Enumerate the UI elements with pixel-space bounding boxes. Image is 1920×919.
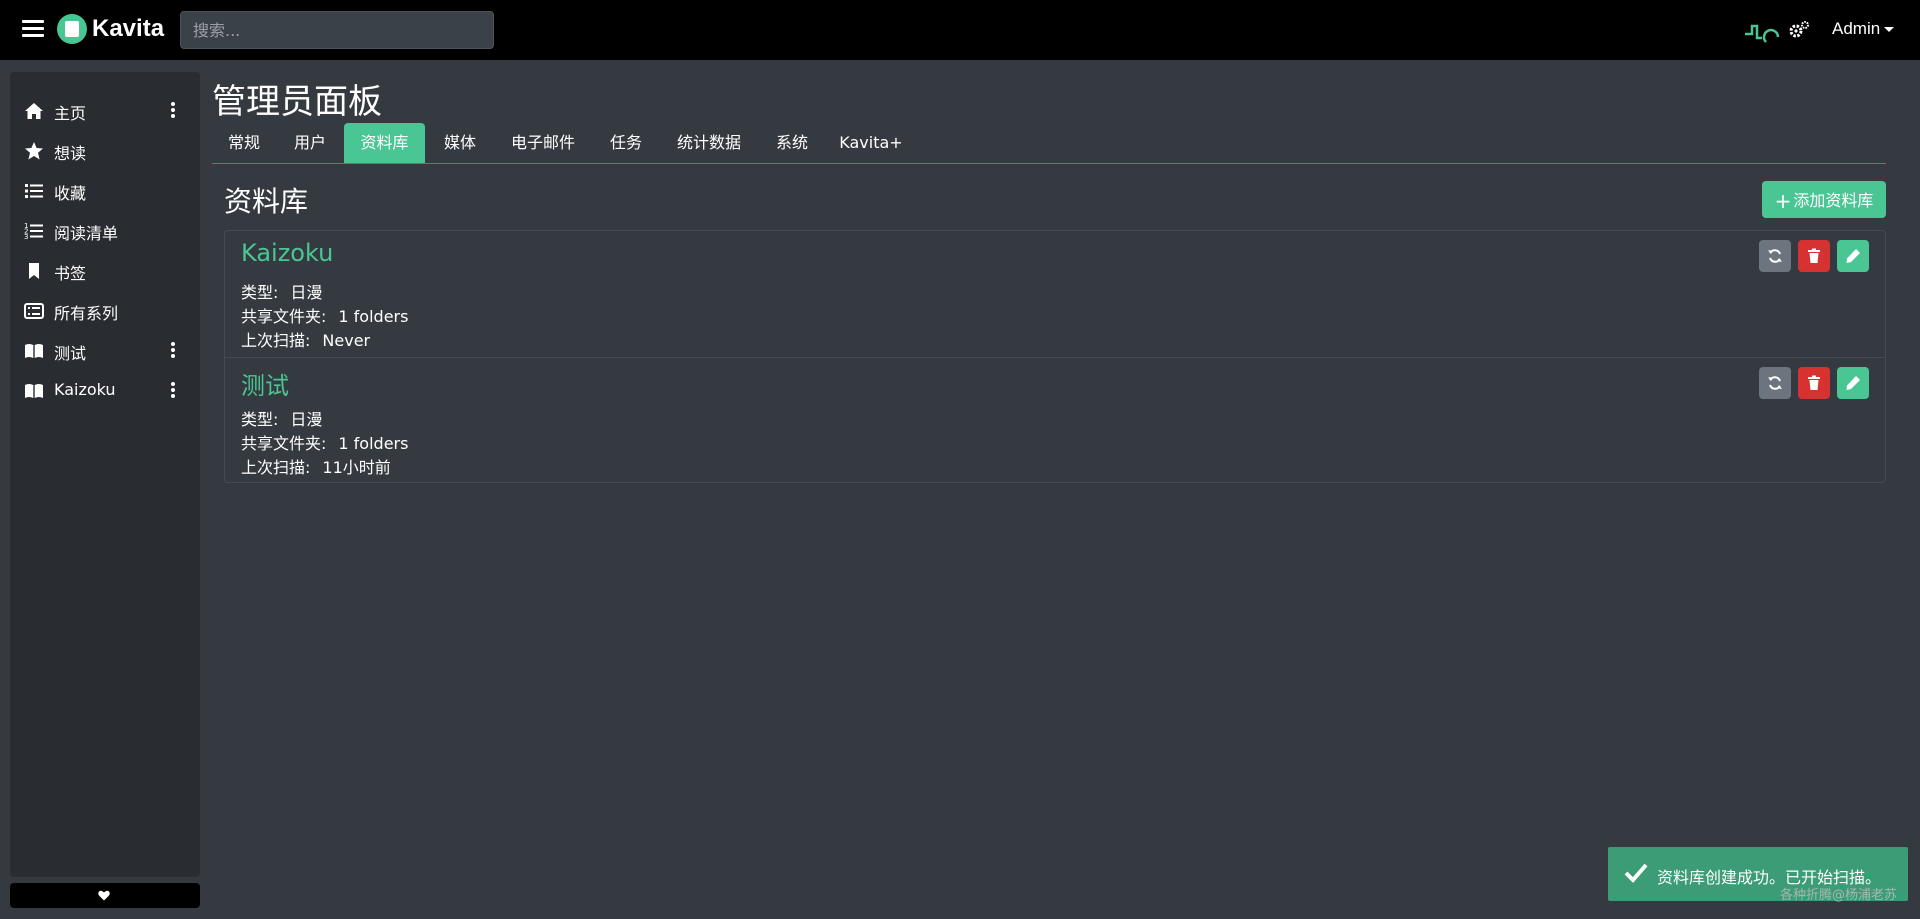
library-last-scan-value: 11小时前 — [322, 458, 391, 477]
refresh-icon — [1768, 249, 1782, 263]
tab-email[interactable]: 电子邮件 — [494, 123, 592, 163]
star-icon — [25, 142, 43, 160]
sidebar-item-label: 阅读清单 — [54, 224, 119, 243]
library-name-link[interactable]: Kaizoku — [241, 239, 333, 267]
svg-text:3: 3 — [24, 233, 28, 241]
watermark-text: 各种折腾@杨浦老苏 — [1780, 888, 1898, 903]
heart-icon — [98, 890, 110, 901]
tab-libraries[interactable]: 资料库 — [344, 123, 425, 163]
sidebar: 主页 想读 收藏 1 2 3 阅读清单 书签 所有系列 测试 Kaizoku — [10, 72, 200, 877]
tab-general[interactable]: 常规 — [212, 123, 276, 163]
tab-media[interactable]: 媒体 — [428, 123, 492, 163]
tab-tasks[interactable]: 任务 — [594, 123, 658, 163]
trash-icon — [1808, 248, 1820, 263]
sidebar-item-label: 所有系列 — [54, 304, 119, 323]
search-input[interactable] — [180, 11, 494, 49]
library-folders-value: 1 folders — [338, 434, 409, 453]
sidebar-item-label: 想读 — [54, 144, 87, 163]
library-last-scan-row: 上次扫描: Never — [241, 327, 370, 351]
scan-library-button[interactable] — [1759, 240, 1791, 272]
library-item: Kaizoku 类型: 日漫 共享文件夹: 1 folders 上次扫描: Never — [225, 231, 1885, 357]
library-last-scan-row: 上次扫描: 11小时前 — [241, 454, 391, 478]
page-title: 管理员面板 — [212, 82, 382, 122]
top-navbar: Kavita Admin — [0, 0, 1920, 60]
sidebar-item-label: 收藏 — [54, 184, 87, 203]
delete-library-button[interactable] — [1798, 240, 1830, 272]
library-folders-value: 1 folders — [338, 307, 409, 326]
field-label: 上次扫描: — [241, 331, 311, 350]
book-open-icon — [25, 344, 43, 358]
bookmark-icon — [29, 263, 39, 279]
library-type-row: 类型: 日漫 — [241, 406, 322, 430]
sidebar-item-want-to-read[interactable]: 想读 — [10, 132, 200, 168]
edit-library-button[interactable] — [1837, 240, 1869, 272]
check-icon — [1624, 863, 1648, 883]
activity-icon[interactable] — [1744, 20, 1782, 44]
field-label: 上次扫描: — [241, 458, 311, 477]
sidebar-item-bookmarks[interactable]: 书签 — [10, 252, 200, 288]
field-label: 类型: — [241, 283, 279, 302]
sidebar-item-all-series[interactable]: 所有系列 — [10, 292, 200, 328]
kavita-logo-icon[interactable] — [57, 14, 87, 44]
sidebar-item-label: 书签 — [54, 264, 87, 283]
library-list: Kaizoku 类型: 日漫 共享文件夹: 1 folders 上次扫描: Never… — [224, 230, 1886, 483]
brand-name[interactable]: Kavita — [92, 15, 164, 43]
library-type-value: 日漫 — [290, 410, 323, 429]
book-open-icon — [25, 384, 43, 398]
admin-tabs: 常规 用户 资料库 媒体 电子邮件 任务 统计数据 系统 Kavita+ — [212, 123, 1886, 164]
kebab-menu-icon[interactable] — [170, 382, 176, 400]
library-folders-row: 共享文件夹: 1 folders — [241, 430, 408, 454]
section-title: 资料库 — [224, 185, 309, 218]
caret-down-icon — [1884, 27, 1895, 33]
edit-library-button[interactable] — [1837, 367, 1869, 399]
trash-icon — [1808, 375, 1820, 390]
delete-library-button[interactable] — [1798, 367, 1830, 399]
hamburger-menu-icon[interactable] — [22, 20, 44, 40]
sidebar-item-home[interactable]: 主页 — [10, 92, 200, 128]
refresh-icon — [1768, 376, 1782, 390]
tab-kavita-plus[interactable]: Kavita+ — [826, 123, 916, 163]
list-icon — [25, 184, 43, 198]
library-type-row: 类型: 日漫 — [241, 279, 322, 303]
series-list-icon — [24, 303, 44, 319]
donate-button[interactable] — [10, 883, 200, 908]
pencil-icon — [1846, 376, 1860, 390]
field-label: 类型: — [241, 410, 279, 429]
user-name: Admin — [1832, 19, 1881, 38]
library-item: 测试 类型: 日漫 共享文件夹: 1 folders 上次扫描: 11小时前 — [225, 357, 1885, 484]
field-label: 共享文件夹: — [241, 307, 327, 326]
sidebar-item-library-kaizoku[interactable]: Kaizoku — [10, 372, 200, 408]
library-name-link[interactable]: 测试 — [241, 366, 289, 401]
kebab-menu-icon[interactable] — [170, 342, 176, 360]
user-menu-dropdown[interactable]: Admin — [1832, 19, 1895, 39]
sidebar-item-reading-lists[interactable]: 1 2 3 阅读清单 — [10, 212, 200, 248]
library-last-scan-value: Never — [322, 331, 371, 350]
scan-library-button[interactable] — [1759, 367, 1791, 399]
library-type-value: 日漫 — [290, 283, 323, 302]
tab-system[interactable]: 系统 — [760, 123, 824, 163]
plus-icon: + — [1774, 188, 1792, 213]
sidebar-item-library-test[interactable]: 测试 — [10, 332, 200, 368]
library-folders-row: 共享文件夹: 1 folders — [241, 303, 408, 327]
sidebar-item-collections[interactable]: 收藏 — [10, 172, 200, 208]
home-icon — [25, 103, 43, 119]
tab-statistics[interactable]: 统计数据 — [660, 123, 758, 163]
tab-users[interactable]: 用户 — [278, 123, 342, 163]
add-library-button[interactable]: + 添加资料库 — [1762, 181, 1886, 218]
add-library-label: 添加资料库 — [1793, 190, 1874, 210]
sidebar-item-label: 主页 — [54, 104, 87, 123]
ordered-list-icon: 1 2 3 — [24, 222, 43, 241]
sidebar-item-label: 测试 — [54, 344, 87, 363]
kebab-menu-icon[interactable] — [170, 102, 176, 120]
field-label: 共享文件夹: — [241, 434, 327, 453]
gears-icon[interactable] — [1788, 20, 1810, 40]
sidebar-item-label: Kaizoku — [54, 380, 116, 399]
pencil-icon — [1846, 249, 1860, 263]
